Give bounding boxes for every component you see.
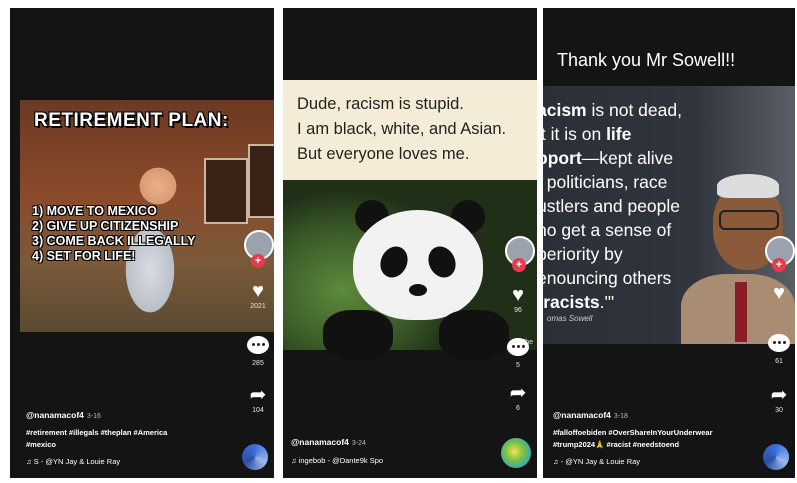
quote-line: periority by (543, 244, 623, 264)
share-button[interactable]: ➦ 104 (242, 384, 274, 414)
username-row: @nanamacof4 3-24 (291, 432, 491, 450)
sound-name: - @YN Jay & Louie Ray (560, 457, 641, 466)
like-count: 96 (514, 307, 522, 314)
share-icon: ➦ (509, 382, 527, 404)
window-decor (248, 144, 274, 218)
plus-icon[interactable]: + (512, 258, 526, 272)
like-button[interactable]: ♥ (763, 282, 795, 304)
comment-icon (507, 338, 529, 356)
video-post-3[interactable]: Thank you Mr Sowell!! acism is not dead,… (543, 8, 795, 478)
quote-text: Dude, racism is stupid. I am black, whit… (297, 92, 506, 167)
share-icon: ➦ (770, 384, 788, 406)
quote-card: Dude, racism is stupid. I am black, whit… (283, 80, 537, 180)
meme-image: RETIREMENT PLAN: 1) MOVE TO MEXICO 2) GI… (20, 100, 274, 332)
meme-title: RETIREMENT PLAN: (34, 110, 229, 131)
panda-leg (439, 310, 509, 360)
quote-line: Dude, racism is stupid. (297, 95, 464, 113)
video-post-1[interactable]: RETIREMENT PLAN: 1) MOVE TO MEXICO 2) GI… (10, 8, 274, 478)
meme-step: 2) GIVE UP CITIZENSHIP (32, 219, 179, 233)
username[interactable]: @nanamacof4 (26, 410, 84, 420)
sound-row[interactable]: ♫ - @YN Jay & Louie Ray (553, 457, 759, 466)
music-note-icon: ♫ (291, 456, 297, 465)
panda-image: fb/The (283, 180, 537, 360)
music-note-icon: ♫ (26, 457, 32, 466)
quote-line: I am black, white, and Asian. (297, 120, 507, 138)
username[interactable]: @nanamacof4 (553, 410, 611, 420)
quote-line: / politicians, race (543, 172, 668, 192)
like-count: 2021 (250, 303, 266, 310)
sound-name: S - @YN Jay & Louie Ray (33, 457, 121, 466)
hashtags-line[interactable]: #retirement #illegals #theplan #America (26, 427, 236, 439)
portrait-hair (717, 174, 779, 198)
quote-line: ho get a sense of (543, 220, 672, 240)
share-count: 6 (516, 405, 520, 412)
panda-nose (409, 284, 427, 296)
comment-button[interactable]: 5 (502, 338, 534, 369)
post-meta: @nanamacof4 3-16 #retirement #illegals #t… (26, 405, 236, 466)
sowell-quote: acism is not dead, it it is on life ppor… (543, 98, 682, 314)
comment-icon (247, 336, 269, 354)
sound-name: ingebob - @Dante9k Spo (298, 456, 384, 465)
quote-line: acism is not dead, (543, 100, 682, 120)
plus-icon[interactable]: + (251, 254, 265, 268)
share-button[interactable]: ➦ 6 (502, 382, 534, 412)
quote-attribution: omas Sowell (547, 314, 593, 323)
video-post-2[interactable]: Dude, racism is stupid. I am black, whit… (283, 8, 537, 478)
comment-count: 285 (252, 360, 264, 367)
post-meta: @nanamacof4 3-24 ♫ ingebob - @Dante9k Spo (291, 432, 491, 465)
quote-line: pport—kept alive (543, 148, 674, 168)
video-caption-banner: Thank you Mr Sowell!! (557, 50, 736, 70)
hashtags-line[interactable]: #trump2024🙏 #racist #needstoend (553, 439, 759, 451)
post-date: 3-18 (613, 413, 628, 420)
portrait-tie (735, 282, 747, 342)
post-meta: @nanamacof4 3-18 #falloffoebiden #OverSha… (553, 405, 759, 466)
sound-disc[interactable] (242, 444, 268, 470)
comment-button[interactable]: 285 (242, 336, 274, 367)
meme-step: 1) MOVE TO MEXICO (32, 204, 157, 218)
username-row: @nanamacof4 3-16 (26, 405, 236, 423)
quote-line: it it is on life (543, 124, 632, 144)
comment-button[interactable]: 61 (763, 334, 795, 365)
share-icon: ➦ (249, 384, 267, 406)
window-decor (204, 158, 248, 224)
username-row: @nanamacof4 3-18 (553, 405, 759, 423)
hashtags[interactable]: #falloffoebiden #OverShareInYourUnderwea… (553, 427, 759, 451)
portrait-glasses (719, 210, 779, 230)
hashtags-line[interactable]: #falloffoebiden #OverShareInYourUnderwea… (553, 427, 759, 439)
like-button[interactable]: ♥ 2021 (242, 280, 274, 310)
post-date: 3-16 (86, 413, 101, 420)
sound-disc[interactable] (763, 444, 789, 470)
meme-step: 3) COME BACK ILLEGALLY (32, 234, 196, 248)
meme-steps: 1) MOVE TO MEXICO 2) GIVE UP CITIZENSHIP… (32, 204, 195, 264)
sound-row[interactable]: ♫ ingebob - @Dante9k Spo (291, 456, 491, 465)
music-note-icon: ♫ (553, 457, 559, 466)
share-count: 104 (252, 407, 264, 414)
panda-leg (323, 310, 393, 360)
plus-icon[interactable]: + (772, 258, 786, 272)
heart-icon: ♥ (773, 282, 785, 304)
hashtags-line[interactable]: #mexico (26, 439, 236, 451)
panda-head (353, 210, 483, 320)
meme-step: 4) SET FOR LIFE! (32, 249, 136, 263)
share-button[interactable]: ➦ 30 (763, 384, 795, 414)
quote-line: But everyone loves me. (297, 145, 470, 163)
hashtags[interactable]: #retirement #illegals #theplan #America … (26, 427, 236, 451)
username[interactable]: @nanamacof4 (291, 437, 349, 447)
comment-count: 5 (516, 362, 520, 369)
sowell-quote-image: acism is not dead, it it is on life ppor… (543, 86, 795, 344)
sound-disc[interactable] (501, 438, 531, 468)
quote-line: enouncing others (543, 268, 672, 288)
sound-row[interactable]: ♫ S - @YN Jay & Louie Ray (26, 457, 236, 466)
heart-icon: ♥ (252, 280, 264, 302)
heart-icon: ♥ (512, 284, 524, 306)
comment-icon (768, 334, 790, 352)
share-count: 30 (775, 407, 783, 414)
quote-line: ustlers and people (543, 196, 681, 216)
post-date: 3-24 (351, 440, 366, 447)
like-button[interactable]: ♥ 96 (502, 284, 534, 314)
comment-count: 61 (775, 358, 783, 365)
quote-line: "racists.'" (543, 292, 615, 312)
